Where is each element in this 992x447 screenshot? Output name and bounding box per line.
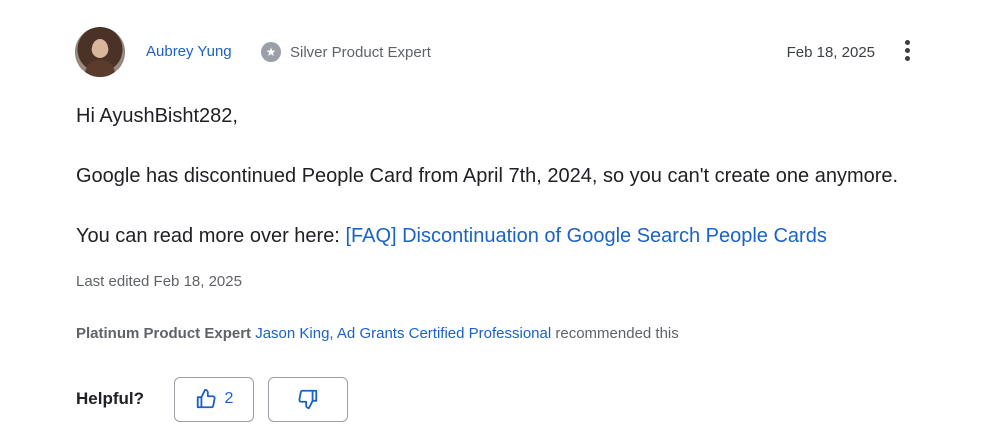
thumbs-down-icon [297, 388, 319, 410]
menu-dot [905, 56, 910, 61]
helpful-section: Helpful? 2 [76, 376, 362, 422]
recommendation-suffix: recommended this [555, 325, 679, 342]
thumbs-up-icon [195, 388, 217, 410]
author-avatar[interactable] [75, 27, 125, 77]
badge-label: Silver Product Expert [290, 43, 431, 61]
upvote-count: 2 [224, 390, 234, 407]
last-edited-label: Last edited Feb 18, 2025 [76, 273, 242, 290]
helpful-label: Helpful? [76, 389, 144, 408]
post-paragraph-1: Google has discontinued People Card from… [76, 165, 899, 187]
author-name-link[interactable]: Aubrey Yung [146, 43, 232, 60]
recommender-link[interactable]: Jason King, Ad Grants Certified Professi… [255, 325, 551, 342]
post-date: Feb 18, 2025 [786, 44, 875, 61]
paragraph-2-prefix: You can read more over here: [76, 225, 346, 247]
post-paragraph-2: You can read more over here: [FAQ] Disco… [76, 223, 827, 249]
recommendation-line: Platinum Product Expert Jason King, Ad G… [76, 325, 679, 342]
avatar-face [92, 39, 108, 58]
more-options-icon[interactable] [899, 40, 915, 64]
menu-dot [905, 48, 910, 53]
thumbs-up-button[interactable]: 2 [174, 376, 254, 422]
faq-link[interactable]: [FAQ] Discontinuation of Google Search P… [345, 225, 826, 247]
menu-dot [905, 40, 910, 45]
recommender-level: Platinum Product Expert [76, 325, 252, 342]
answer-post: Aubrey Yung ★ Silver Product Expert Feb … [0, 0, 992, 447]
post-header: Aubrey Yung ★ Silver Product Expert Feb … [75, 27, 925, 77]
thumbs-down-button[interactable] [268, 376, 348, 422]
post-greeting: Hi AyushBisht282, [76, 105, 238, 127]
star-icon: ★ [261, 42, 281, 62]
expert-badge: ★ Silver Product Expert [261, 42, 431, 62]
avatar-shirt [85, 60, 115, 77]
